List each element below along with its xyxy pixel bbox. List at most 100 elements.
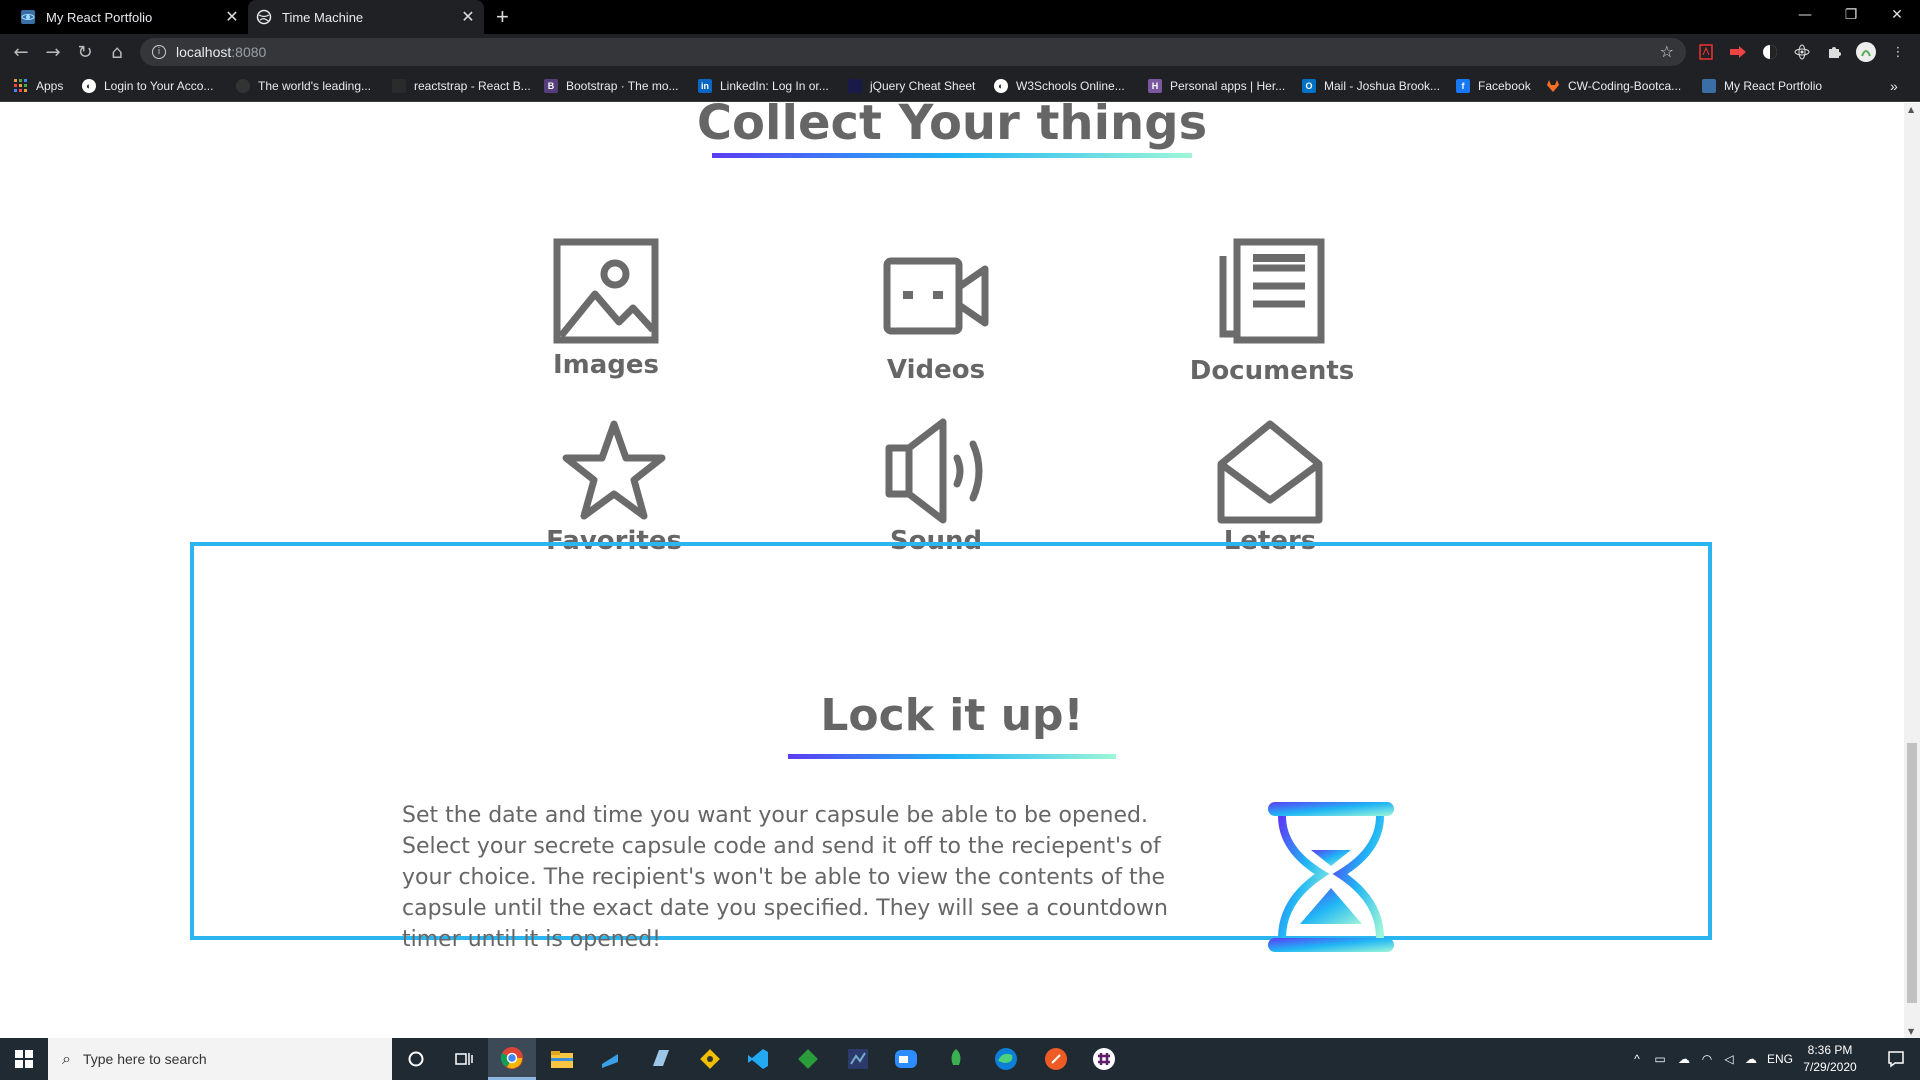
bookmark-github[interactable]: The world's leading... — [236, 76, 371, 96]
volume-icon[interactable]: ◁ — [1718, 1052, 1740, 1066]
outlook-icon: O — [1302, 79, 1316, 93]
collect-heading-underline — [712, 153, 1192, 158]
notepad-icon[interactable] — [636, 1038, 684, 1080]
lock-heading-underline — [788, 754, 1116, 759]
profile-avatar[interactable] — [1856, 42, 1876, 62]
tab-time-machine[interactable]: Time Machine ✕ — [248, 0, 484, 34]
star-icon — [562, 420, 666, 520]
bookmark-portfolio[interactable]: My React Portfolio — [1702, 76, 1822, 96]
postman-icon[interactable] — [1032, 1038, 1080, 1080]
back-arrow-icon[interactable]: ← — [10, 41, 32, 63]
feature-letters: Leters — [1150, 418, 1390, 556]
bookmark-heroku[interactable]: H Personal apps | Her... — [1148, 76, 1285, 96]
scroll-down-icon[interactable]: ▼ — [1908, 1027, 1914, 1036]
extensions-puzzle-icon[interactable] — [1824, 42, 1844, 62]
bookmark-label: Facebook — [1478, 79, 1531, 93]
menu-kebab-icon[interactable]: ⋮ — [1888, 42, 1908, 62]
taskbar-clock[interactable]: 8:36 PM 7/29/2020 — [1800, 1042, 1860, 1076]
tab-title: My React Portfolio — [46, 9, 153, 25]
tab-my-react-portfolio[interactable]: My React Portfolio ✕ — [12, 0, 248, 34]
chart-app-icon[interactable] — [834, 1038, 882, 1080]
extension-arrow-icon[interactable] — [1728, 42, 1748, 62]
bookmark-star-icon[interactable]: ☆ — [1660, 42, 1674, 61]
scrollbar-thumb[interactable] — [1907, 743, 1917, 1003]
extension-circle-icon[interactable] — [1760, 42, 1780, 62]
video-camera-icon — [883, 257, 989, 335]
reload-icon[interactable]: ↻ — [74, 41, 96, 63]
close-icon[interactable]: ✕ — [222, 7, 242, 27]
clock-time: 8:36 PM — [1807, 1043, 1853, 1057]
bookmark-gitlab[interactable]: CW-Coding-Bootca... — [1546, 76, 1681, 96]
minimize-icon[interactable]: — — [1782, 0, 1828, 30]
zoom-icon[interactable] — [882, 1038, 930, 1080]
cortana-icon[interactable] — [392, 1038, 440, 1080]
bookmark-facebook[interactable]: f Facebook — [1456, 76, 1531, 96]
bookmark-label: Bootstrap · The mo... — [566, 79, 679, 93]
collect-heading: Collect Your things — [696, 103, 1208, 151]
chevron-up-icon[interactable]: ^ — [1626, 1052, 1648, 1066]
forward-arrow-icon[interactable]: → — [42, 41, 64, 63]
scroll-up-icon[interactable]: ▲ — [1908, 105, 1914, 114]
close-icon[interactable]: ✕ — [458, 7, 478, 27]
bookmark-apps[interactable]: Apps — [14, 76, 63, 96]
app-store-icon[interactable] — [586, 1038, 634, 1080]
bookmark-linkedin[interactable]: in LinkedIn: Log In or... — [698, 76, 829, 96]
bookmarks-overflow-button[interactable]: » — [1890, 76, 1898, 96]
windows-start-icon[interactable] — [0, 1038, 48, 1080]
chrome-taskbar-icon[interactable] — [488, 1038, 536, 1080]
url-text: localhost:8080 — [176, 44, 266, 60]
windows-taskbar: ⌕ Type here to search ^ ▭ ☁ ◠ ◁ ☁ ENG 8:… — [0, 1038, 1920, 1080]
heroku-icon: H — [1148, 79, 1162, 93]
documents-icon — [1219, 238, 1325, 344]
notifications-icon[interactable] — [1872, 1038, 1920, 1080]
react-devtools-icon[interactable] — [1792, 42, 1812, 62]
language-indicator[interactable]: ENG — [1762, 1052, 1798, 1066]
slack-icon[interactable] — [1080, 1038, 1128, 1080]
battery-icon[interactable]: ▭ — [1648, 1052, 1672, 1066]
jquery-icon — [848, 79, 862, 93]
envelope-open-icon — [1217, 420, 1323, 524]
tab-title: Time Machine — [282, 9, 364, 25]
bookmark-jquery[interactable]: jQuery Cheat Sheet — [848, 76, 975, 96]
git-kraken-icon[interactable] — [686, 1038, 734, 1080]
window-controls: — ❐ ✕ — [1782, 0, 1920, 34]
vscode-icon[interactable] — [734, 1038, 782, 1080]
close-window-icon[interactable]: ✕ — [1874, 0, 1920, 30]
bookmark-label: LinkedIn: Log In or... — [720, 79, 829, 93]
feature-sound: Sound — [816, 418, 1056, 556]
reactstrap-icon — [392, 79, 406, 93]
bookmark-w3schools[interactable]: ◐ W3Schools Online... — [994, 76, 1125, 96]
bookmark-label: Mail - Joshua Brook... — [1324, 79, 1441, 93]
feature-label: Documents — [1189, 356, 1355, 386]
wifi-icon[interactable]: ◠ — [1696, 1052, 1718, 1066]
diamond-app-icon[interactable] — [784, 1038, 832, 1080]
cloud-sync-icon[interactable]: ☁ — [1740, 1052, 1762, 1066]
task-view-icon[interactable] — [440, 1038, 488, 1080]
bookmark-label: W3Schools Online... — [1016, 79, 1125, 93]
edge-icon[interactable] — [982, 1038, 1030, 1080]
info-icon[interactable]: i — [152, 45, 166, 59]
pdf-extension-icon[interactable] — [1696, 42, 1716, 62]
taskbar-search-box[interactable]: ⌕ Type here to search — [48, 1038, 392, 1080]
bookmark-reactstrap[interactable]: reactstrap - React B... — [392, 76, 531, 96]
lock-heading: Lock it up! — [820, 690, 1084, 741]
clock-date: 7/29/2020 — [1803, 1060, 1857, 1074]
lock-description: Set the date and time you want your caps… — [402, 803, 1168, 952]
bookmark-login[interactable]: ◐ Login to Your Acco... — [82, 76, 213, 96]
bookmark-mail[interactable]: O Mail - Joshua Brook... — [1302, 76, 1440, 96]
feature-videos: Videos — [816, 253, 1056, 385]
github-icon — [236, 79, 250, 93]
bookmark-bootstrap[interactable]: B Bootstrap · The mo... — [544, 76, 679, 96]
browser-toolbar: ← → ↻ ⌂ i localhost:8080 ☆ ⋮ — [0, 34, 1920, 70]
new-tab-button[interactable]: + — [496, 4, 509, 30]
onedrive-icon[interactable]: ☁ — [1672, 1052, 1696, 1066]
rocket-app-icon[interactable] — [932, 1038, 980, 1080]
file-explorer-icon[interactable] — [538, 1038, 586, 1080]
page-scrollbar[interactable]: ▲ ▼ — [1904, 103, 1920, 1038]
feature-documents: Documents — [1152, 238, 1392, 386]
restore-icon[interactable]: ❐ — [1828, 0, 1874, 30]
bookmark-label: Personal apps | Her... — [1170, 79, 1286, 93]
home-icon[interactable]: ⌂ — [106, 41, 128, 63]
address-bar[interactable]: i localhost:8080 ☆ — [140, 38, 1686, 66]
bootstrap-icon: B — [544, 79, 558, 93]
